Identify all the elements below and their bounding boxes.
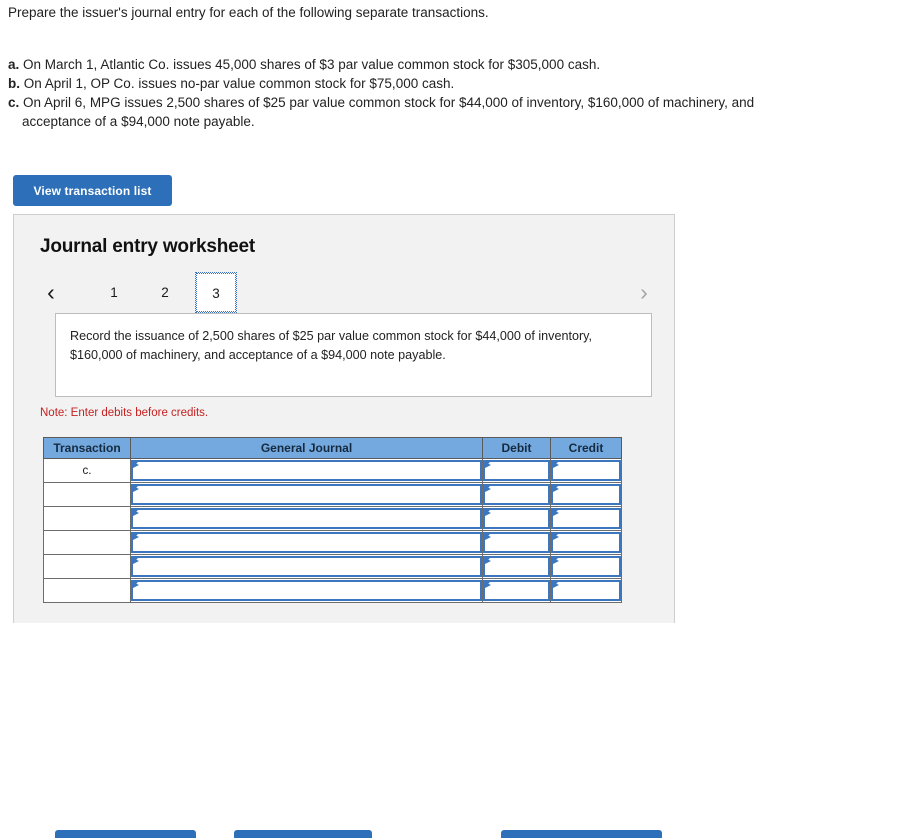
worksheet-description: Record the issuance of 2,500 shares of $… xyxy=(55,313,652,397)
debit-cell[interactable] xyxy=(482,506,551,531)
credit-input[interactable] xyxy=(551,484,621,505)
transaction-item-b-label: b. xyxy=(8,76,20,91)
credit-cell[interactable] xyxy=(550,554,622,579)
column-header-credit: Credit xyxy=(550,437,622,459)
table-row xyxy=(43,578,622,603)
general-journal-input[interactable] xyxy=(131,508,482,529)
debit-cell[interactable] xyxy=(482,482,551,507)
transaction-item-a-label: a. xyxy=(8,57,20,72)
debit-input[interactable] xyxy=(483,556,550,577)
chevron-left-icon[interactable]: ‹ xyxy=(40,279,62,305)
debit-cell[interactable] xyxy=(482,554,551,579)
debit-input[interactable] xyxy=(483,580,550,601)
credit-cell[interactable] xyxy=(550,578,622,603)
page-title: Journal entry worksheet xyxy=(40,236,256,257)
table-header-row: Transaction General Journal Debit Credit xyxy=(43,437,622,459)
general-journal-input[interactable] xyxy=(131,460,482,481)
debit-cell[interactable] xyxy=(482,458,551,483)
transaction-cell xyxy=(43,482,131,507)
transaction-item-c-label: c. xyxy=(8,95,20,110)
transaction-list: a. On March 1, Atlantic Co. issues 45,00… xyxy=(8,55,898,131)
debit-cell[interactable] xyxy=(482,578,551,603)
worksheet-pager: ‹ 1 2 3 › xyxy=(40,272,655,313)
debit-input[interactable] xyxy=(483,460,550,481)
credit-cell[interactable] xyxy=(550,506,622,531)
worksheet-action-button-2[interactable] xyxy=(234,830,372,838)
debit-input[interactable] xyxy=(483,532,550,553)
column-header-transaction: Transaction xyxy=(43,437,131,459)
credit-input[interactable] xyxy=(551,460,621,481)
debit-input[interactable] xyxy=(483,484,550,505)
chevron-right-icon[interactable]: › xyxy=(633,279,655,305)
credit-input[interactable] xyxy=(551,556,621,577)
credit-input[interactable] xyxy=(551,580,621,601)
transaction-cell xyxy=(43,578,131,603)
credit-cell[interactable] xyxy=(550,482,622,507)
general-journal-cell[interactable] xyxy=(130,506,483,531)
journal-entry-worksheet-panel: Journal entry worksheet ‹ 1 2 3 › Record… xyxy=(13,214,675,838)
table-row xyxy=(43,530,622,555)
table-row xyxy=(43,506,622,531)
table-row xyxy=(43,482,622,507)
general-journal-cell[interactable] xyxy=(130,554,483,579)
general-journal-cell[interactable] xyxy=(130,578,483,603)
general-journal-input[interactable] xyxy=(131,532,482,553)
general-journal-input[interactable] xyxy=(131,484,482,505)
worksheet-tab-1[interactable]: 1 xyxy=(94,277,134,308)
general-journal-input[interactable] xyxy=(131,580,482,601)
worksheet-action-button-3[interactable] xyxy=(501,830,662,838)
transaction-cell xyxy=(43,554,131,579)
table-row: c. xyxy=(43,458,622,483)
general-journal-input[interactable] xyxy=(131,556,482,577)
debit-cell[interactable] xyxy=(482,530,551,555)
view-transaction-list-button[interactable]: View transaction list xyxy=(13,175,172,206)
column-header-general-journal: General Journal xyxy=(130,437,483,459)
transaction-cell: c. xyxy=(43,458,131,483)
worksheet-action-button-1[interactable] xyxy=(55,830,196,838)
credit-cell[interactable] xyxy=(550,458,622,483)
transaction-item-b-text: On April 1, OP Co. issues no-par value c… xyxy=(23,76,455,91)
transaction-cell xyxy=(43,506,131,531)
transaction-item-c: c. On April 6, MPG issues 2,500 shares o… xyxy=(8,93,898,112)
credit-input[interactable] xyxy=(551,532,621,553)
general-journal-cell[interactable] xyxy=(130,530,483,555)
general-journal-cell[interactable] xyxy=(130,482,483,507)
general-journal-cell[interactable] xyxy=(130,458,483,483)
transaction-item-a: a. On March 1, Atlantic Co. issues 45,00… xyxy=(8,55,898,74)
transaction-item-c-continuation: acceptance of a $94,000 note payable. xyxy=(8,112,898,131)
transaction-cell xyxy=(43,530,131,555)
transaction-item-c-continuation-text: acceptance of a $94,000 note payable. xyxy=(22,114,255,129)
credit-input[interactable] xyxy=(551,508,621,529)
credit-cell[interactable] xyxy=(550,530,622,555)
transaction-item-c-text: On April 6, MPG issues 2,500 shares of $… xyxy=(23,95,755,110)
worksheet-tab-3[interactable]: 3 xyxy=(195,272,237,313)
journal-entry-table: Transaction General Journal Debit Credit… xyxy=(43,437,622,603)
debit-input[interactable] xyxy=(483,508,550,529)
transaction-item-a-text: On March 1, Atlantic Co. issues 45,000 s… xyxy=(23,57,601,72)
transaction-item-b: b. On April 1, OP Co. issues no-par valu… xyxy=(8,74,898,93)
column-header-debit: Debit xyxy=(482,437,551,459)
table-row xyxy=(43,554,622,579)
worksheet-tab-2[interactable]: 2 xyxy=(145,277,185,308)
prompt-text: Prepare the issuer's journal entry for e… xyxy=(8,5,489,20)
debits-before-credits-note: Note: Enter debits before credits. xyxy=(40,407,209,419)
